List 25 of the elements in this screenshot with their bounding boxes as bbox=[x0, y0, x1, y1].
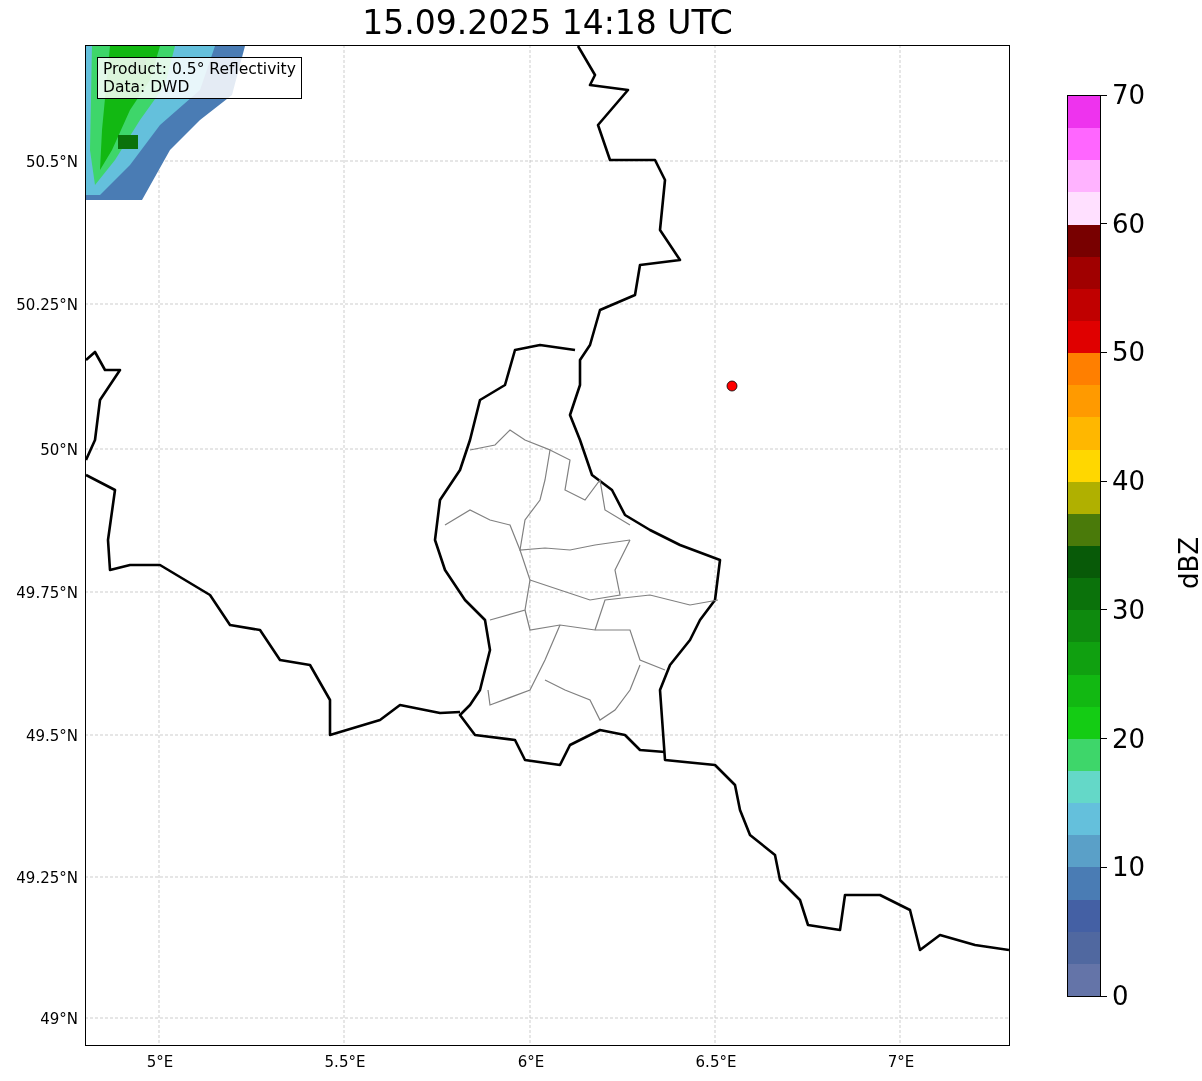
latitude-label: 50.5°N bbox=[25, 153, 78, 171]
longitude-label: 6.5°E bbox=[695, 1053, 737, 1071]
legend-text: Product: 0.5° Reflectivity bbox=[103, 60, 296, 78]
colorbar-label: dBZ bbox=[1174, 536, 1202, 590]
colorbar-tick-label: 30 bbox=[1112, 594, 1146, 625]
colorbar-tick-label: 20 bbox=[1112, 723, 1146, 754]
latitude-label: 49.25°N bbox=[16, 869, 78, 887]
colorbar-tick-label: 60 bbox=[1112, 208, 1146, 239]
latitude-label: 50°N bbox=[40, 441, 78, 459]
colorbar-tick-label: 10 bbox=[1112, 852, 1146, 883]
longitude-label: 6°E bbox=[517, 1053, 545, 1071]
latitude-label: 50.25°N bbox=[16, 296, 78, 314]
colorbar-tick-label: 70 bbox=[1112, 80, 1146, 110]
longitude-label: 7°E bbox=[887, 1053, 915, 1071]
legend-text: Data: DWD bbox=[103, 78, 191, 96]
location-marker bbox=[726, 380, 738, 392]
latitude-label: 49.75°N bbox=[16, 584, 78, 602]
colorbar-tick-label: 0 bbox=[1112, 981, 1129, 1011]
colorbar-tick-label: 50 bbox=[1112, 337, 1146, 368]
latitude-label: 49.5°N bbox=[25, 727, 78, 745]
chart-title: 15.09.2025 14:18 UTC bbox=[361, 2, 734, 44]
longitude-label: 5.5°E bbox=[324, 1053, 366, 1071]
colorbar-tick-label: 40 bbox=[1112, 466, 1146, 497]
longitude-label: 5°E bbox=[146, 1053, 174, 1071]
latitude-label: 49°N bbox=[40, 1010, 78, 1028]
